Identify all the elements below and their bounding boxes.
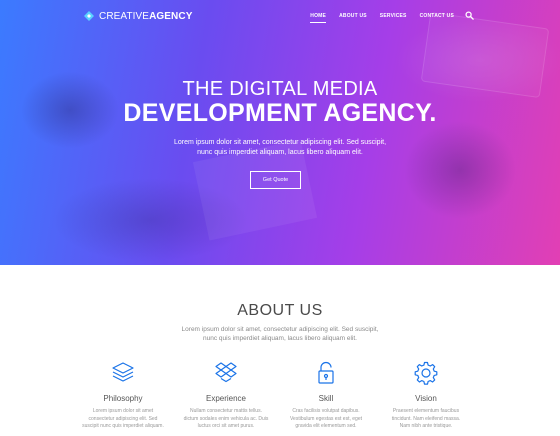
brand-name-light: CREATIVE [99,10,150,22]
brand-name: CREATIVEAGENCY [99,11,192,22]
hero-title-line2: DEVELOPMENT AGENCY. [123,99,437,127]
feature-title: Experience [205,394,247,403]
feature-description: Lorem ipsum dolor sit amet consectetur a… [68,408,178,431]
search-icon[interactable] [465,11,474,20]
feature-title: Vision [415,394,437,403]
hero-subtitle: Lorem ipsum dolor sit amet, consectetur … [150,138,410,158]
feature-desc-line: Lorem ipsum dolor sit amet [92,408,154,414]
feature-desc-line: Praesent elementum faucibus [392,408,460,414]
get-quote-button[interactable]: Get Quote [250,171,301,189]
hero-subtitle-line2: nunc quis imperdiet aliquam, lacus liber… [197,149,363,156]
feature-skill: Skill Cras facilisis volutpat dapibus. V… [271,360,381,431]
feature-desc-line: suscipit nunc quis imperdiet aliquam. [82,423,164,429]
brand-logo[interactable]: CREATIVEAGENCY [82,9,192,23]
feature-desc-line: gravida elit elementum sed. [295,423,357,429]
feature-vision: Vision Praesent elementum faucibus tinci… [371,360,481,431]
feature-title: Philosophy [103,394,143,403]
logo-icon [84,11,94,21]
feature-description: Nullam consectetur mattis tellus. dictum… [171,408,281,431]
feature-title: Skill [318,394,334,403]
feature-description: Praesent elementum faucibus tincidunt. N… [371,408,481,431]
feature-desc-line: Vestibulum egestas est est, eget [290,415,362,422]
nav-home[interactable]: HOME [310,13,326,23]
nav-about-us[interactable]: ABOUT US [339,13,367,19]
nav-services[interactable]: SERVICES [380,13,407,19]
about-description-line1: Lorem ipsum dolor sit amet, consectetur … [181,326,379,333]
feature-description: Cras facilisis volutpat dapibus. Vestibu… [271,408,381,431]
feature-desc-line: luctus orci sit amet purus. [197,423,255,429]
features-row: Philosophy Lorem ipsum dolor sit amet co… [0,360,560,436]
about-description: Lorem ipsum dolor sit amet, consectetur … [160,325,400,343]
nav-contact-us[interactable]: CONTACT US [420,13,454,19]
hero-section: CREATIVEAGENCY HOME ABOUT US SERVICES CO… [0,0,560,265]
hero-subtitle-line1: Lorem ipsum dolor sit amet, consectetur … [173,139,387,146]
feature-philosophy: Philosophy Lorem ipsum dolor sit amet co… [68,360,178,431]
feature-experience: Experience Nullam consectetur mattis tel… [171,360,281,431]
hero-title-line1: THE DIGITAL MEDIA [182,78,378,100]
about-title: ABOUT US [237,302,323,319]
unlock-icon [318,361,334,384]
stack-icon [112,362,134,382]
brand-name-bold: AGENCY [149,10,193,22]
gear-icon [414,361,438,385]
feature-desc-line: Nullam consectetur mattis tellus. [190,408,262,414]
dropbox-icon [215,362,237,383]
feature-desc-line: Nam nibh ante tristique. [399,423,453,429]
feature-desc-line: dictum sodales enim vehicula ac. Duis [183,415,269,422]
feature-desc-line: tincidunt. Nam eleifend massa. [391,415,461,422]
main-nav: HOME ABOUT US SERVICES CONTACT US [297,11,474,23]
feature-desc-line: consectetur adipiscing elit. Sed [88,415,158,422]
about-description-line2: nunc quis imperdiet aliquam, lacus liber… [203,335,357,342]
feature-desc-line: Cras facilisis volutpat dapibus. [292,408,360,414]
